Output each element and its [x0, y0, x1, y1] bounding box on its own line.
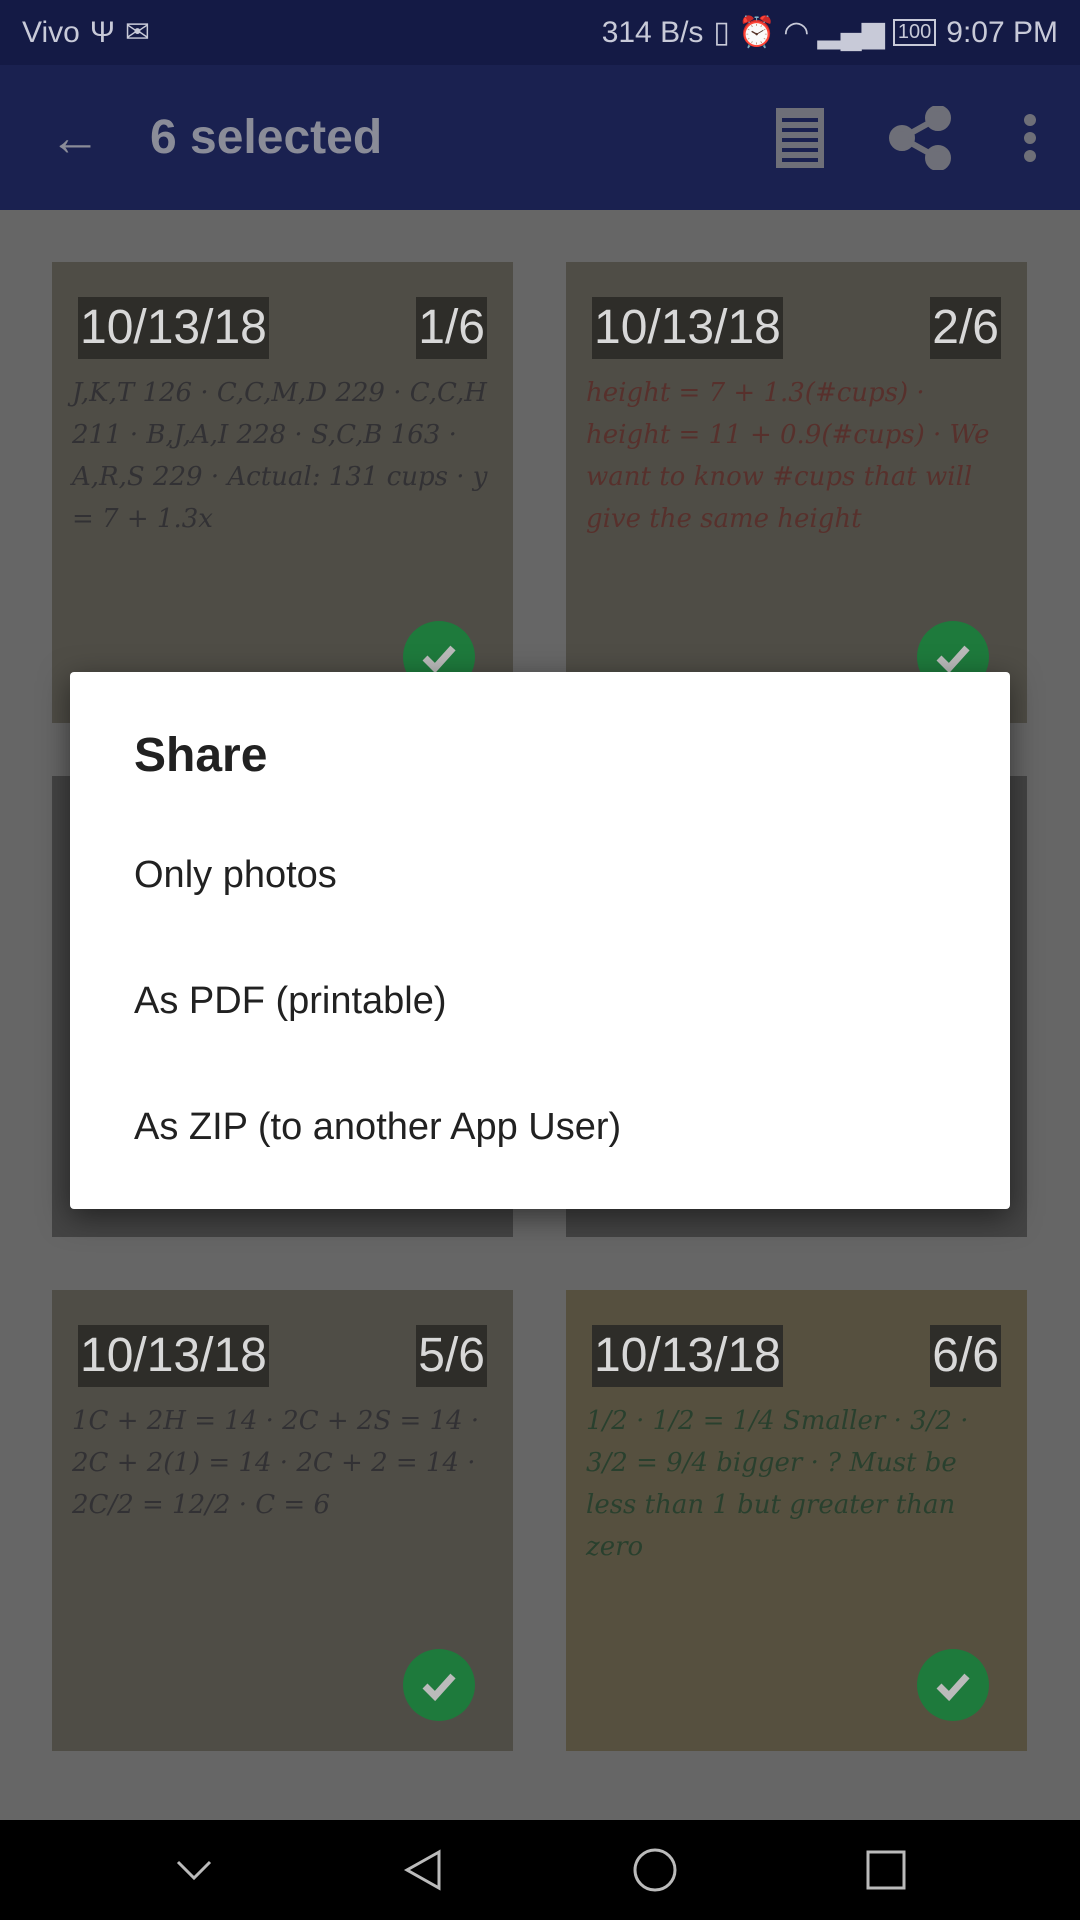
photo-tile[interactable]: 1C + 2H = 14 · 2C + 2S = 14 · 2C + 2(1) …	[52, 1290, 513, 1751]
option-as-pdf[interactable]: As PDF (printable)	[70, 941, 1010, 1061]
more-vert-icon[interactable]	[980, 65, 1080, 210]
photo-tile[interactable]: J,K,T 126 · C,C,M,D 229 · C,C,H 211 · B,…	[52, 262, 513, 723]
photo-index: 2/6	[930, 297, 1001, 359]
signal-icon: ▂▄▆	[817, 16, 885, 49]
recents-square-icon[interactable]	[865, 1849, 907, 1891]
chevron-down-icon[interactable]	[174, 1858, 214, 1882]
photo-index: 6/6	[930, 1325, 1001, 1387]
vibrate-icon: ▯	[713, 16, 730, 49]
photo-content: J,K,T 126 · C,C,M,D 229 · C,C,H 211 · B,…	[72, 378, 488, 534]
photo-date: 10/13/18	[592, 1325, 783, 1387]
share-icon[interactable]	[860, 65, 980, 210]
back-arrow-icon[interactable]: ←	[0, 108, 150, 168]
photo-index: 5/6	[416, 1325, 487, 1387]
photo-tile[interactable]: 1/2 · 1/2 = 1/4 Smaller · 3/2 · 3/2 = 9/…	[566, 1290, 1027, 1751]
toolbar: ← 6 selected	[0, 65, 1080, 210]
usb-icon: Ψ	[89, 15, 115, 49]
photo-date: 10/13/18	[78, 1325, 269, 1387]
share-dialog: Share Only photos As PDF (printable) As …	[70, 672, 1010, 1209]
option-only-photos[interactable]: Only photos	[70, 815, 1010, 935]
photo-content: 1/2 · 1/2 = 1/4 Smaller · 3/2 · 3/2 = 9/…	[586, 1406, 969, 1562]
home-circle-icon[interactable]	[632, 1847, 678, 1893]
photo-date: 10/13/18	[592, 297, 783, 359]
navigation-bar	[0, 1820, 1080, 1920]
photo-content: height = 7 + 1.3(#cups) · height = 11 + …	[586, 378, 990, 534]
page-title: 6 selected	[150, 111, 383, 164]
list-icon[interactable]	[740, 65, 860, 210]
back-triangle-icon[interactable]	[401, 1848, 445, 1892]
alarm-icon: ⏰	[737, 16, 776, 49]
photo-tile[interactable]: height = 7 + 1.3(#cups) · height = 11 + …	[566, 262, 1027, 723]
check-icon	[917, 1649, 989, 1721]
check-icon	[403, 1649, 475, 1721]
photo-content: 1C + 2H = 14 · 2C + 2S = 14 · 2C + 2(1) …	[72, 1406, 480, 1520]
status-bar: Vivo Ψ ✉ 314 B/s ▯ ⏰ ◠ ▂▄▆ 100 9:07 PM	[0, 0, 1080, 65]
carrier: Vivo	[22, 15, 80, 49]
photo-index: 1/6	[416, 297, 487, 359]
mail-icon: ✉	[124, 16, 151, 49]
photo-date: 10/13/18	[78, 297, 269, 359]
time: 9:07 PM	[946, 15, 1058, 49]
dialog-title: Share	[134, 729, 268, 782]
option-as-zip[interactable]: As ZIP (to another App User)	[70, 1067, 1010, 1187]
wifi-icon: ◠	[783, 16, 810, 49]
battery: 100	[892, 19, 937, 46]
net-speed: 314 B/s	[601, 15, 704, 49]
